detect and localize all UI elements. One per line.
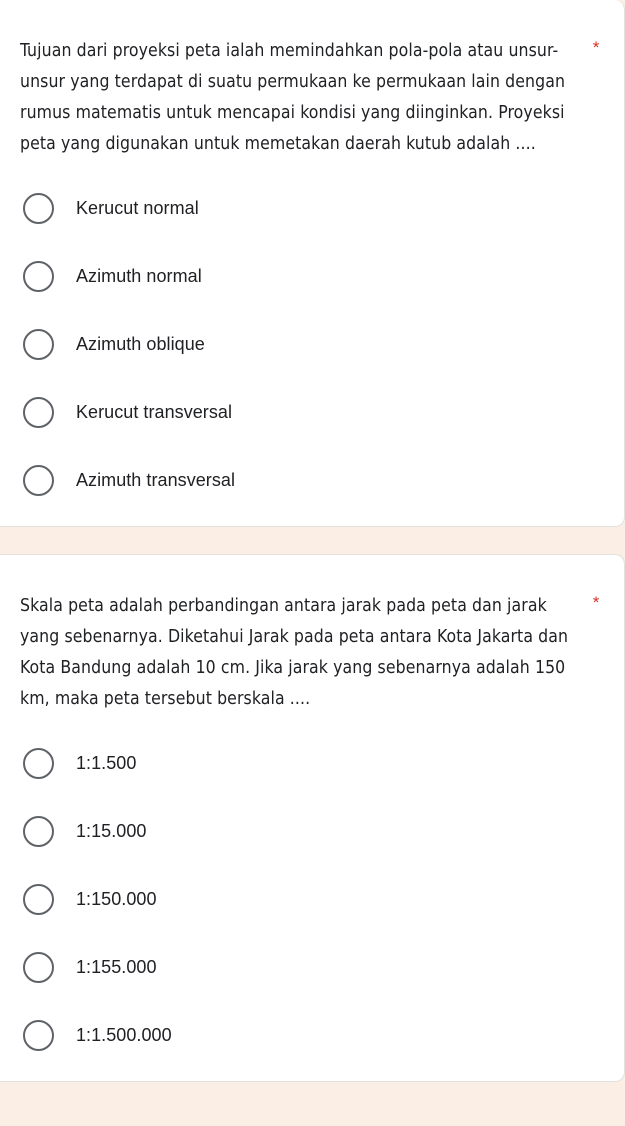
option-row[interactable]: 1:155.000 xyxy=(20,947,602,987)
question-card-1: Tujuan dari proyeksi peta ialah memindah… xyxy=(0,0,625,527)
card-separator-gap xyxy=(0,527,625,554)
option-row[interactable]: 1:150.000 xyxy=(20,879,602,919)
radio-button-icon[interactable] xyxy=(23,883,54,915)
question-header-2: Skala peta adalah perbandingan antara ja… xyxy=(20,591,602,715)
option-label: 1:15.000 xyxy=(76,821,147,841)
option-row[interactable]: Kerucut transversal xyxy=(20,392,602,432)
question-text-2: Skala peta adalah perbandingan antara ja… xyxy=(20,596,569,709)
question-header-1: Tujuan dari proyeksi peta ialah memindah… xyxy=(20,36,602,160)
option-row[interactable]: 1:1.500.000 xyxy=(20,1015,602,1055)
radio-button-icon[interactable] xyxy=(23,1019,54,1051)
radio-button-icon[interactable] xyxy=(23,815,54,847)
question-card-2: Skala peta adalah perbandingan antara ja… xyxy=(0,554,625,1082)
option-row[interactable]: Azimuth transversal xyxy=(20,460,602,500)
option-label: Azimuth normal xyxy=(76,266,202,286)
option-row[interactable]: 1:15.000 xyxy=(20,811,602,851)
option-label: Kerucut normal xyxy=(76,198,199,218)
radio-button-icon[interactable] xyxy=(23,951,54,983)
radio-button-icon[interactable] xyxy=(23,328,54,360)
option-row[interactable]: Kerucut normal xyxy=(20,188,602,228)
option-label: 1:1.500.000 xyxy=(76,1025,172,1045)
required-marker-2: * xyxy=(592,593,600,612)
options-group-2: 1:1.500 1:15.000 1:150.000 1:155.000 1:1… xyxy=(20,743,602,1055)
radio-button-icon[interactable] xyxy=(23,396,54,428)
option-row[interactable]: 1:1.500 xyxy=(20,743,602,783)
option-label: 1:155.000 xyxy=(76,957,157,977)
form-question-list: Tujuan dari proyeksi peta ialah memindah… xyxy=(0,0,625,1082)
option-label: 1:150.000 xyxy=(76,889,157,909)
option-label: Azimuth transversal xyxy=(76,470,236,490)
radio-button-icon[interactable] xyxy=(23,747,54,779)
options-group-1: Kerucut normal Azimuth normal Azimuth ob… xyxy=(20,188,602,500)
required-marker-1: * xyxy=(592,38,600,57)
option-row[interactable]: Azimuth oblique xyxy=(20,324,602,364)
option-label: Kerucut transversal xyxy=(76,402,233,422)
radio-button-icon[interactable] xyxy=(23,260,54,292)
option-label: Azimuth oblique xyxy=(76,334,205,354)
radio-button-icon[interactable] xyxy=(23,192,54,224)
option-label: 1:1.500 xyxy=(76,753,137,773)
question-text-1: Tujuan dari proyeksi peta ialah memindah… xyxy=(20,41,566,154)
radio-button-icon[interactable] xyxy=(23,464,54,496)
option-row[interactable]: Azimuth normal xyxy=(20,256,602,296)
